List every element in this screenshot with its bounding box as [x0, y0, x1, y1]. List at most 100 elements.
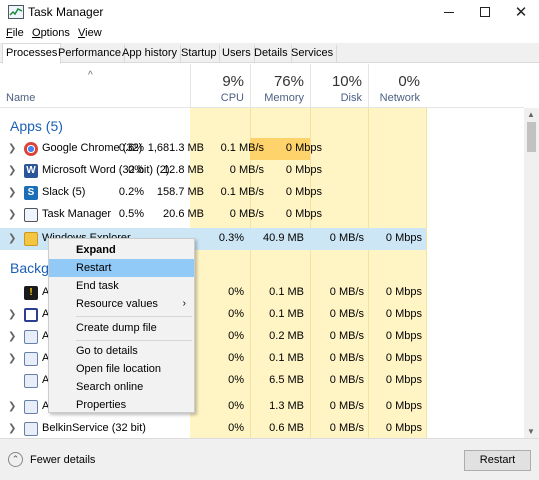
task-manager-app-icon — [8, 5, 24, 19]
restart-button[interactable]: Restart — [464, 450, 531, 471]
column-header-cpu[interactable]: 9% CPU — [190, 64, 250, 108]
context-menu-resource-values[interactable]: Resource values › — [49, 295, 194, 313]
network-cell: 0 Mbps — [385, 352, 422, 364]
chevron-right-icon[interactable]: ❯ — [8, 143, 16, 154]
disk-cell: 0 MB/s — [329, 422, 364, 434]
cpu-cell: 0% — [228, 374, 244, 386]
network-cell: 0 Mbps — [385, 400, 422, 412]
network-cell: 0 Mbps — [285, 142, 322, 154]
process-name: Slack (5) — [42, 186, 86, 198]
memory-cell: 40.9 MB — [263, 232, 304, 244]
slack-icon: S — [24, 186, 38, 200]
task-manager-icon — [24, 208, 38, 222]
memory-cell: 0.1 MB — [269, 308, 304, 320]
context-menu-go-to-details[interactable]: Go to details — [49, 342, 194, 360]
disk-cell: 0 MB/s — [329, 286, 364, 298]
tab-startup[interactable]: Startup — [178, 45, 221, 63]
cpu-cell: 0% — [228, 422, 244, 434]
chevron-right-icon[interactable]: ❯ — [8, 331, 16, 342]
cpu-cell: 0.3% — [218, 232, 244, 244]
process-name: Task Manager — [42, 208, 112, 220]
context-menu-end-task[interactable]: End task — [49, 277, 194, 295]
context-menu-create-dump-file[interactable]: Create dump file — [49, 319, 194, 337]
tab-app-history[interactable]: App history — [119, 45, 182, 63]
title-bar: Task Manager ✕ — [0, 0, 539, 24]
tab-users[interactable]: Users — [219, 45, 255, 63]
menu-separator — [76, 316, 192, 317]
maximize-button[interactable] — [467, 0, 503, 24]
disk-cell: 0 MB/s — [329, 308, 364, 320]
vertical-scrollbar[interactable]: ▲ ▼ — [524, 108, 539, 438]
tab-performance[interactable]: Performance — [55, 45, 125, 63]
chevron-right-icon[interactable]: ❯ — [8, 233, 16, 244]
tab-services[interactable]: Services — [288, 45, 338, 63]
context-menu-item-label: Resource values — [76, 298, 158, 310]
disk-cell: 0 MB/s — [329, 400, 364, 412]
tab-details[interactable]: Details — [251, 45, 292, 63]
scrollbar-thumb[interactable] — [527, 122, 536, 152]
fewer-details-link[interactable]: Fewer details — [30, 454, 95, 466]
close-button[interactable]: ✕ — [503, 0, 539, 24]
network-cell: 0 Mbps — [285, 164, 322, 176]
menu-options[interactable]: Options — [32, 27, 70, 39]
chevron-right-icon[interactable]: ❯ — [8, 401, 16, 412]
context-menu-search-online[interactable]: Search online — [49, 378, 194, 396]
table-row[interactable]: ❯ Google Chrome (32) 0.6% 1,681.3 MB 0.1… — [0, 138, 426, 160]
window-title: Task Manager — [28, 5, 104, 19]
disk-cell: 0 MB/s — [229, 164, 264, 176]
context-menu-open-file-location[interactable]: Open file location — [49, 360, 194, 378]
disk-cell: 0.1 MB/s — [220, 142, 264, 154]
menu-view[interactable]: View — [78, 27, 102, 39]
memory-cell: 20.6 MB — [163, 208, 204, 220]
disk-cell: 0.1 MB/s — [220, 186, 264, 198]
table-row[interactable]: ❯ W Microsoft Word (32 bit) (2) 0% 12.8 … — [0, 160, 426, 182]
cpu-cell: 0% — [228, 286, 244, 298]
menu-file[interactable]: File — [6, 27, 24, 39]
table-row[interactable]: ❯ Task Manager 0.5% 20.6 MB 0 MB/s 0 Mbp… — [0, 204, 426, 226]
network-cell: 0 Mbps — [385, 308, 422, 320]
submenu-arrow-icon: › — [182, 298, 186, 309]
chevron-right-icon[interactable]: ❯ — [8, 209, 16, 220]
context-menu-restart[interactable]: Restart — [49, 259, 194, 277]
memory-cell: 1,681.3 MB — [147, 142, 204, 154]
cpu-cell: 0% — [228, 308, 244, 320]
process-name: BelkinService (32 bit) — [42, 422, 146, 434]
window-app-icon — [24, 308, 38, 322]
chevron-up-circle-icon[interactable]: ⌃ — [8, 452, 23, 467]
scroll-up-arrow-icon[interactable]: ▲ — [527, 110, 535, 119]
chevron-right-icon[interactable]: ❯ — [8, 165, 16, 176]
context-menu-properties[interactable]: Properties — [49, 396, 194, 414]
service-icon — [24, 374, 38, 388]
maximize-icon — [480, 7, 490, 17]
warning-app-icon: ! — [24, 286, 38, 300]
chevron-right-icon[interactable]: ❯ — [8, 309, 16, 320]
scroll-down-arrow-icon[interactable]: ▼ — [527, 427, 535, 436]
chrome-icon — [24, 142, 38, 156]
minimize-icon — [444, 11, 454, 13]
disk-cell: 0 MB/s — [329, 232, 364, 244]
tab-processes[interactable]: Processes — [2, 43, 62, 64]
column-header-network[interactable]: 0% Network — [368, 64, 426, 108]
column-header-name[interactable]: Name — [6, 92, 35, 104]
service-icon — [24, 400, 38, 414]
cpu-cell: 0% — [128, 164, 144, 176]
cpu-cell: 0% — [228, 330, 244, 342]
column-header-memory[interactable]: 76% Memory — [250, 64, 310, 108]
cpu-cell: 0% — [228, 352, 244, 364]
memory-cell: 0.6 MB — [269, 422, 304, 434]
context-menu-expand[interactable]: Expand — [49, 241, 194, 259]
chevron-right-icon[interactable]: ❯ — [8, 423, 16, 434]
table-row[interactable]: ❯ S Slack (5) 0.2% 158.7 MB 0.1 MB/s 0 M… — [0, 182, 426, 204]
network-total: 0% — [398, 73, 420, 90]
chevron-right-icon[interactable]: ❯ — [8, 353, 16, 364]
disk-cell: 0 MB/s — [229, 208, 264, 220]
minimize-button[interactable] — [431, 0, 467, 24]
network-cell: 0 Mbps — [385, 330, 422, 342]
word-icon: W — [24, 164, 38, 178]
column-header-row: ^ Name 9% CPU 76% Memory 10% Disk 0% Net… — [0, 64, 524, 108]
column-header-disk[interactable]: 10% Disk — [310, 64, 368, 108]
tab-bar: Processes Performance App history Startu… — [0, 43, 539, 64]
table-row[interactable]: ❯ BelkinService (32 bit) 0% 0.6 MB 0 MB/… — [0, 418, 426, 438]
cpu-cell: 0.5% — [118, 208, 144, 220]
chevron-right-icon[interactable]: ❯ — [8, 187, 16, 198]
